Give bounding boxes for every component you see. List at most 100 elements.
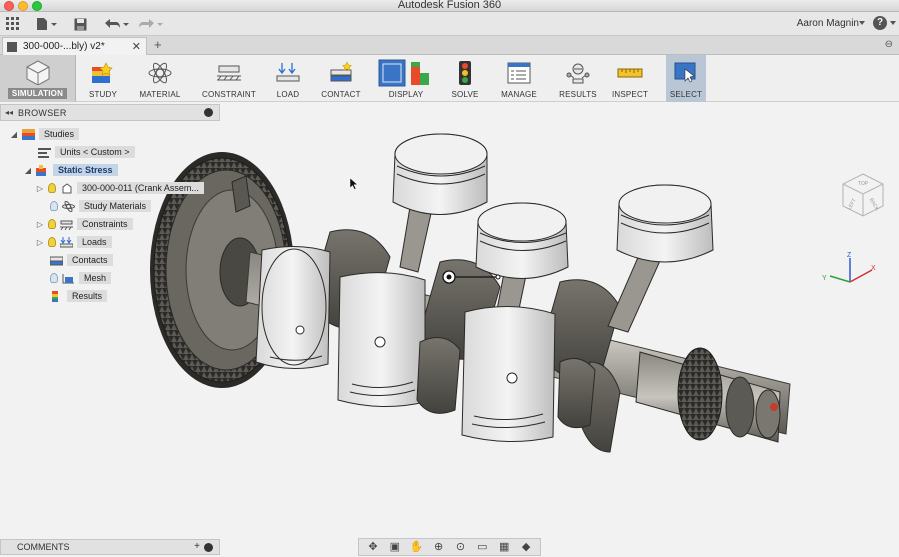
viewcube[interactable]: TOP LEFT BACK [841,172,885,218]
grid-settings-icon[interactable]: ▦ [497,541,511,553]
undo-icon[interactable] [103,15,129,33]
browser-panel-header[interactable]: ◂◂ BROWSER [0,104,220,121]
canvas-viewport[interactable]: TOP LEFT BACK Z X Y [0,102,899,538]
visibility-bulb-icon[interactable] [50,273,58,283]
inspect-menu[interactable]: INSPECT [608,55,652,102]
orbit-icon[interactable]: ✥ [366,541,380,553]
inspect-label: INSPECT [611,90,649,99]
display-settings-icon[interactable]: ▭ [475,541,489,553]
load-menu[interactable]: LOAD [270,55,306,102]
user-chevron-down-icon[interactable] [859,21,865,25]
help-chevron-down-icon[interactable] [890,21,896,25]
collapse-arrows-icon[interactable]: ◂◂ [5,108,13,117]
document-tab-bar: 300-000-...bly) v2* ✕ + ⊖ [0,36,899,55]
load-label: LOAD [276,90,300,99]
document-tab[interactable]: 300-000-...bly) v2* ✕ [2,37,147,55]
crankshaft-assembly-model[interactable] [0,102,899,538]
tree-node-mesh[interactable]: Mesh [50,270,112,286]
workspace-label: SIMULATION [7,88,68,99]
redo-icon[interactable] [137,15,163,33]
file-menu-icon[interactable] [36,15,58,33]
expand-triangle-icon[interactable]: ▷ [36,238,44,247]
manage-menu[interactable]: MANAGE [494,55,544,102]
studies-icon [22,128,35,140]
inspect-ruler-icon [617,68,643,77]
expand-triangle-icon[interactable]: ◢ [10,130,18,139]
tree-node-study-materials[interactable]: Study Materials [50,198,152,214]
browser-collapse-icon[interactable] [204,108,213,117]
tree-node-units[interactable]: Units < Custom > [38,144,135,160]
contact-label: CONTACT [321,90,361,99]
constraint-label: CONSTRAINT [202,90,256,99]
title-bar: Autodesk Fusion 360 [0,0,899,12]
data-panel-grid-icon[interactable] [6,15,20,33]
tree-node-results[interactable]: Results [50,288,108,304]
save-icon[interactable] [74,15,87,33]
study-menu[interactable]: STUDY [82,55,124,102]
tree-node-constraints[interactable]: ▷ Constraints [36,216,133,232]
constraint-menu[interactable]: CONSTRAINT [196,55,262,102]
units-icon [38,147,51,158]
visibility-bulb-icon[interactable] [48,183,56,193]
display-menu[interactable]: DISPLAY [376,55,436,102]
contact-icon [330,60,353,81]
x-axis-label: X [871,265,876,272]
expand-triangle-icon[interactable]: ◢ [24,166,32,175]
contact-menu[interactable]: CONTACT [316,55,366,102]
component-label: 300-000-011 (Crank Assem... [77,182,204,194]
constraint-icon [217,65,241,80]
expand-tabs-icon[interactable]: ⊖ [885,39,893,50]
pan-hand-icon[interactable]: ✋ [410,541,424,553]
material-menu[interactable]: MATERIAL [134,55,186,102]
loads-label: Loads [77,236,112,248]
display-icon [378,59,429,86]
tree-node-loads[interactable]: ▷ Loads [36,234,112,250]
tree-node-contacts[interactable]: Contacts [50,252,113,268]
visibility-bulb-icon[interactable] [48,237,56,247]
tree-node-component[interactable]: ▷ 300-000-011 (Crank Assem... [36,180,204,196]
comments-panel-header[interactable]: COMMENTS + [0,539,220,555]
expand-triangle-icon[interactable]: ▷ [36,220,44,229]
new-tab-plus-icon[interactable]: + [154,37,162,52]
load-icon [276,62,300,81]
workspace-switcher[interactable]: SIMULATION [0,55,76,102]
y-axis-label: Y [822,275,827,282]
visibility-bulb-icon[interactable] [50,201,58,211]
design-cube-icon [7,41,17,52]
select-icon [674,62,696,82]
mesh-icon [62,273,74,283]
loads-icon [60,236,73,247]
select-label: SELECT [669,90,703,99]
look-at-icon[interactable]: ▣ [388,541,402,553]
select-menu[interactable]: SELECT [666,55,706,102]
solve-label: SOLVE [451,90,479,99]
constraints-icon [60,220,73,230]
viewports-icon[interactable]: ◆ [519,541,533,553]
results-menu[interactable]: RESULTS [554,55,602,102]
comments-title: COMMENTS [17,542,70,552]
tree-node-static-stress[interactable]: ◢ Static Stress [24,162,118,178]
solve-menu[interactable]: SOLVE [446,55,484,102]
study-materials-label: Study Materials [79,200,152,212]
display-label: DISPLAY [388,90,424,99]
navigation-toolbar: ✥ ▣ ✋ ⊕ ⊙ ▭ ▦ ◆ [358,538,541,556]
browser-title: BROWSER [18,107,67,118]
visibility-bulb-icon[interactable] [48,219,56,229]
help-button[interactable]: ? [873,16,887,30]
results-tree-icon [52,290,58,302]
comments-collapse-icon[interactable] [204,543,213,552]
toolbar-ribbon: SIMULATION STUDY MATERIAL CONSTRAINT LOA… [0,55,899,102]
material-label: MATERIAL [139,90,181,99]
manage-label: MANAGE [501,90,537,99]
studies-label: Studies [39,128,80,140]
add-comment-plus-icon[interactable]: + [194,541,200,552]
close-tab-icon[interactable]: ✕ [132,40,141,53]
zoom-icon[interactable]: ⊕ [432,541,446,553]
expand-triangle-icon[interactable]: ▷ [36,184,44,193]
fit-icon[interactable]: ⊙ [453,541,467,553]
user-menu[interactable]: Aaron Magnin [797,18,859,29]
mesh-label: Mesh [79,272,112,284]
contacts-icon [50,256,63,265]
viewcube-top-label: TOP [858,181,869,187]
tree-node-studies[interactable]: ◢ Studies [10,126,80,142]
